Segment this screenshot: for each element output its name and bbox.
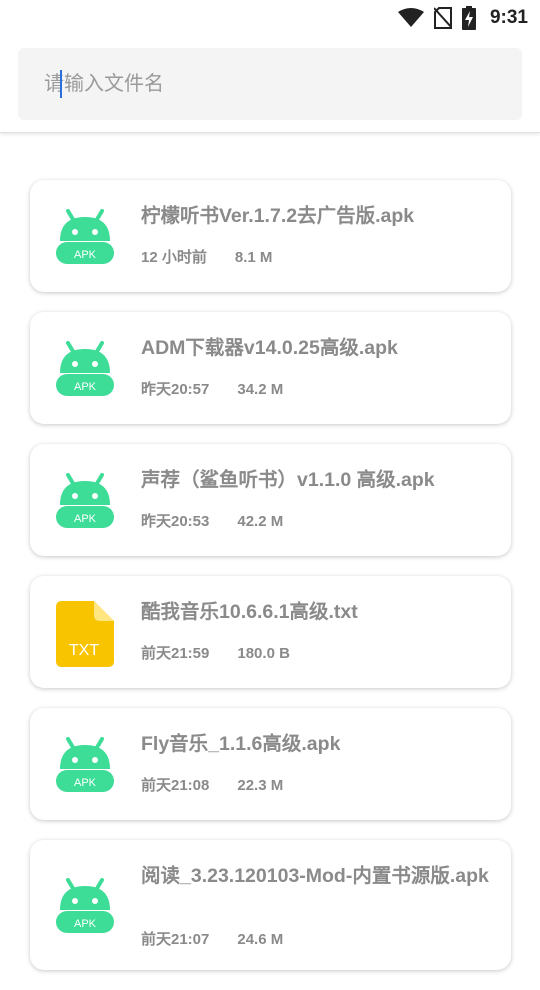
file-time: 12 小时前 [141,249,207,266]
apk-file-icon: APK [54,731,116,797]
file-type-label: APK [74,513,97,525]
file-size: 8.1 M [234,249,273,266]
file-meta: 前天21:59 180.0 B [141,642,290,663]
file-card[interactable]: APK 声荐（鲨鱼听书）v1.1.0 高级.apk 昨天20:53 42.2 M [30,444,511,556]
file-card[interactable]: APK ADM下载器v14.0.25高级.apk 昨天20:57 34.2 M [30,312,511,424]
file-type-label: APK [74,777,97,789]
file-name: 阅读_3.23.120103-Mod-内置书源版.apk [141,865,489,887]
search-input[interactable] [42,71,486,97]
file-type-label: APK [74,918,97,930]
file-meta: 昨天20:57 34.2 M [141,378,283,399]
file-meta: 前天21:07 24.6 M [141,928,283,949]
file-list: APK 柠檬听书Ver.1.7.2去广告版.apk 12 小时前 8.1 M APK AD… [30,180,511,990]
file-name: Fly音乐_1.1.6高级.apk [141,733,341,755]
file-name: ADM下载器v14.0.25高级.apk [141,337,398,359]
file-name: 声荐（鲨鱼听书）v1.1.0 高级.apk [141,469,435,491]
file-meta: 前天21:08 22.3 M [141,774,283,795]
apk-file-icon: APK [54,872,116,938]
file-name: 柠檬听书Ver.1.7.2去广告版.apk [141,205,415,227]
file-time: 前天21:59 [141,645,210,662]
file-name: 酷我音乐10.6.6.1高级.txt [141,601,358,623]
apk-file-icon: APK [54,203,116,269]
clock: 9:31 [489,7,528,28]
file-time: 前天21:07 [141,931,210,948]
file-card[interactable]: TXT 酷我音乐10.6.6.1高级.txt 前天21:59 180.0 B [30,576,511,688]
file-time: 前天21:08 [141,777,210,794]
txt-file-icon: TXT [54,599,116,667]
file-type-label: APK [74,249,97,261]
apk-file-icon: APK [54,467,116,533]
file-card[interactable]: APK Fly音乐_1.1.6高级.apk 前天21:08 22.3 M [30,708,511,820]
file-size: 180.0 B [237,645,290,662]
file-meta: 12 小时前 8.1 M [141,246,272,267]
search-box[interactable] [18,48,522,120]
wifi-icon [397,8,424,28]
status-bar: 9:31 [0,0,540,36]
text-caret [60,70,62,98]
file-size: 42.2 M [237,513,284,530]
file-size: 22.3 M [237,777,284,794]
no-sim-icon [433,7,452,29]
file-meta: 昨天20:53 42.2 M [141,510,283,531]
file-time: 昨天20:53 [141,513,210,530]
file-size: 24.6 M [237,931,284,948]
battery-charging-icon [461,6,476,30]
apk-file-icon: APK [54,335,116,401]
search-bar [0,36,540,133]
file-size: 34.2 M [237,381,284,398]
file-type-label: APK [74,381,97,393]
file-time: 昨天20:57 [141,381,210,398]
file-card[interactable]: APK 柠檬听书Ver.1.7.2去广告版.apk 12 小时前 8.1 M [30,180,511,292]
file-type-label: TXT [69,642,99,659]
file-card[interactable]: APK 阅读_3.23.120103-Mod-内置书源版.apk 前天21:07 24… [30,840,511,970]
